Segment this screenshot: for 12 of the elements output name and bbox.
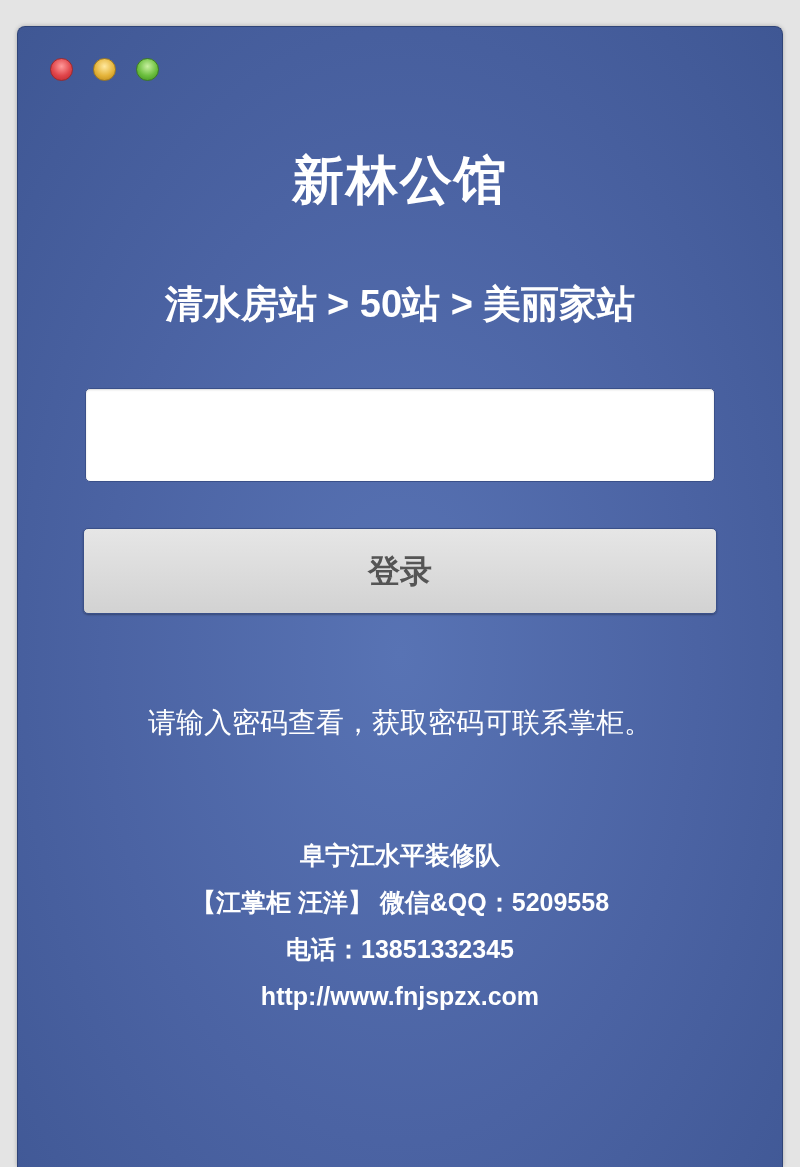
password-field[interactable] — [85, 388, 715, 482]
contact-line: http://www.fnjspzx.com — [260, 981, 540, 1012]
zoom-window-icon[interactable] — [136, 58, 159, 81]
contact-line: 【江掌柜 汪洋】 微信&QQ：5209558 — [190, 887, 610, 918]
contact-line: 电话：13851332345 — [286, 934, 514, 965]
password-hint-text: 请输入密码查看，获取密码可联系掌柜。 — [148, 706, 652, 740]
minimize-window-icon[interactable] — [93, 58, 116, 81]
login-button[interactable]: 登录 — [83, 528, 717, 614]
contact-line: 阜宁江水平装修队 — [300, 840, 500, 871]
page-title: 新林公馆 — [292, 150, 508, 211]
route-breadcrumb: 清水房站 > 50站 > 美丽家站 — [164, 282, 636, 327]
close-window-icon[interactable] — [50, 58, 73, 81]
